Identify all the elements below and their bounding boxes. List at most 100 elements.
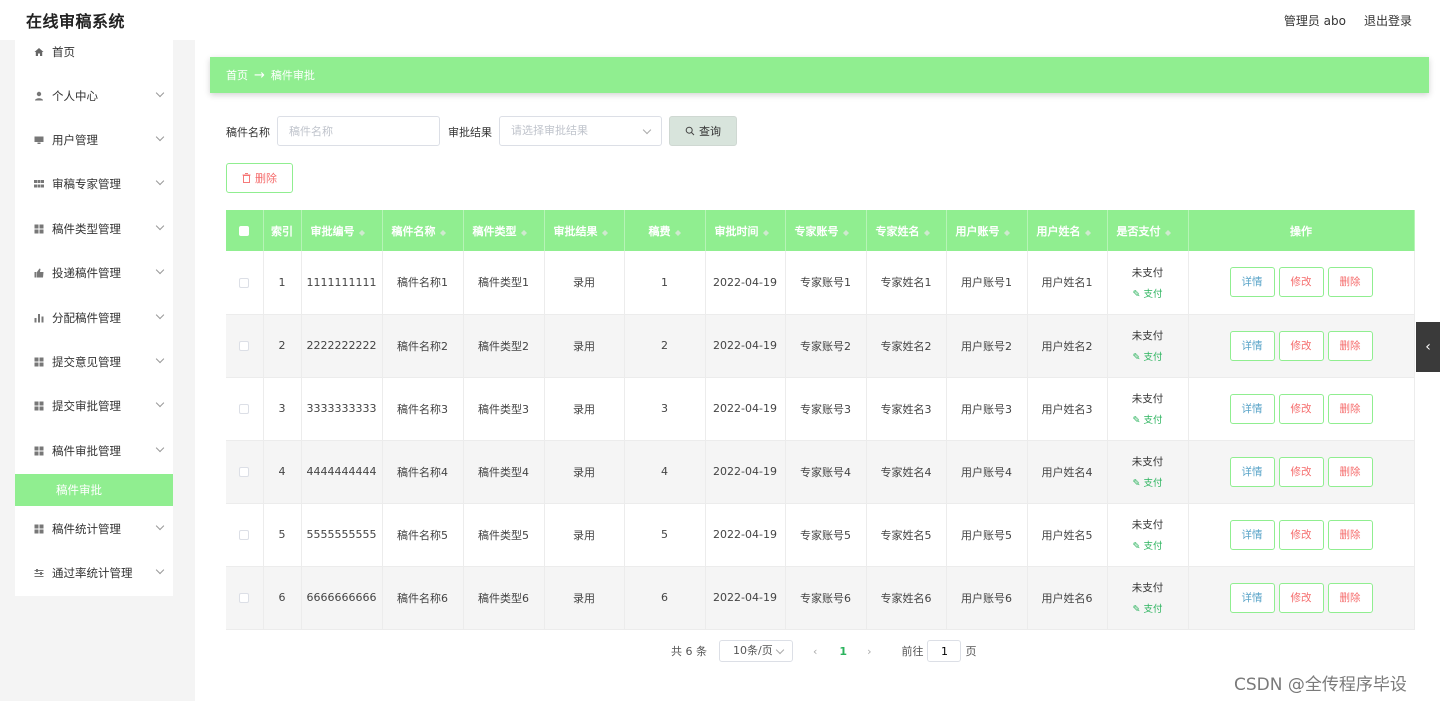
sidebar-subitem-manuscript-approval[interactable]: 稿件审批	[15, 474, 173, 506]
breadcrumb: 首页 → 稿件审批	[210, 57, 1429, 93]
sort-icon[interactable]	[520, 227, 527, 237]
cell-user-account: 用户账号6	[946, 566, 1028, 630]
edit-button[interactable]: 修改	[1278, 456, 1324, 487]
edit-button[interactable]: 修改	[1278, 519, 1324, 550]
sidebar-item-manuscript-stats[interactable]: 稿件统计管理	[15, 514, 173, 544]
page-number-current[interactable]: 1	[839, 645, 847, 658]
prev-page-button[interactable]: ‹	[813, 645, 817, 658]
detail-button[interactable]: 详情	[1229, 393, 1275, 424]
pay-link[interactable]: ✎ 支付	[1133, 538, 1163, 552]
select-all-checkbox[interactable]	[239, 226, 250, 236]
chevron-down-icon	[155, 565, 165, 575]
detail-button[interactable]: 详情	[1229, 267, 1275, 298]
col-header-expert-name[interactable]: 专家姓名	[866, 210, 947, 251]
sidebar-item-manuscript-approval[interactable]: 稿件审批管理	[15, 436, 173, 466]
pay-link[interactable]: ✎ 支付	[1133, 601, 1163, 615]
sidebar-item-opinions[interactable]: 提交意见管理	[15, 347, 173, 377]
sidebar-item-manuscript-types[interactable]: 稿件类型管理	[15, 214, 173, 244]
delete-button[interactable]: 删除	[1327, 519, 1373, 550]
col-header-name[interactable]: 稿件名称	[382, 210, 464, 251]
col-header-user-account[interactable]: 用户账号	[946, 210, 1028, 251]
col-header-type[interactable]: 稿件类型	[463, 210, 545, 251]
batch-delete-button[interactable]: 删除	[226, 163, 293, 193]
breadcrumb-home[interactable]: 首页	[226, 67, 248, 83]
edit-button[interactable]: 修改	[1278, 582, 1324, 613]
sort-icon[interactable]	[439, 227, 446, 237]
cell-type: 稿件类型6	[463, 566, 545, 630]
sidebar-item-label: 稿件类型管理	[52, 222, 121, 236]
sort-icon[interactable]	[674, 227, 681, 237]
sort-icon[interactable]	[601, 227, 608, 237]
sort-icon[interactable]	[1164, 227, 1171, 237]
delete-button[interactable]: 删除	[1327, 456, 1373, 487]
search-name-input[interactable]	[277, 116, 440, 146]
table-header-row: 索引 审批编号 稿件名称 稿件类型 审批结果 稿费 审批时间 专家账号 专家姓名…	[226, 210, 1415, 251]
result-select[interactable]: 请选择审批结果	[499, 116, 662, 146]
batch-delete-label: 删除	[255, 172, 277, 185]
current-user[interactable]: 管理员 abo	[1284, 12, 1346, 29]
next-page-button[interactable]: ›	[867, 645, 871, 658]
cell-user-name: 用户姓名2	[1027, 314, 1108, 378]
delete-button[interactable]: 删除	[1327, 393, 1373, 424]
pay-link[interactable]: ✎ 支付	[1133, 412, 1163, 426]
cell-time: 2022-04-19	[705, 440, 786, 504]
col-header-code[interactable]: 审批编号	[301, 210, 383, 251]
row-select-cell	[226, 251, 264, 315]
row-checkbox[interactable]	[239, 341, 250, 351]
search-result-label: 审批结果	[448, 126, 492, 139]
edit-button[interactable]: 修改	[1278, 393, 1324, 424]
cell-paid: 未支付 ✎ 支付	[1107, 440, 1189, 504]
sort-icon[interactable]	[923, 227, 930, 237]
goto-page-input[interactable]	[927, 640, 962, 662]
pay-icon: ✎	[1132, 352, 1144, 363]
detail-button[interactable]: 详情	[1229, 519, 1275, 550]
sidebar-item-approval-submit[interactable]: 提交审批管理	[15, 391, 173, 421]
sidebar-item-experts[interactable]: 审稿专家管理	[15, 169, 173, 199]
delete-button[interactable]: 删除	[1327, 582, 1373, 613]
edit-button[interactable]: 修改	[1278, 267, 1324, 298]
row-checkbox[interactable]	[239, 277, 250, 288]
side-panel-toggle[interactable]: ‹	[1416, 322, 1440, 372]
row-checkbox[interactable]	[239, 467, 250, 477]
sidebar-item-profile[interactable]: 个人中心	[15, 81, 173, 111]
delete-button[interactable]: 删除	[1327, 330, 1373, 361]
top-bar: 在线审稿系统 管理员 abo 退出登录	[0, 0, 1440, 40]
sort-icon[interactable]	[842, 227, 849, 237]
table-body: 1 1111111111 稿件名称1 稿件类型1 录用 1 2022-04-19…	[226, 251, 1415, 630]
sort-icon[interactable]	[762, 227, 769, 237]
grid-icon	[34, 401, 44, 411]
logout-link[interactable]: 退出登录	[1364, 12, 1412, 29]
pay-link[interactable]: ✎ 支付	[1133, 475, 1163, 489]
cell-index: 6	[263, 566, 302, 630]
sort-icon[interactable]	[1003, 227, 1010, 237]
sidebar-item-users[interactable]: 用户管理	[15, 125, 173, 155]
col-header-paid[interactable]: 是否支付	[1107, 210, 1189, 251]
sidebar-item-pass-rate-stats[interactable]: 通过率统计管理	[15, 558, 173, 588]
sidebar-item-assignments[interactable]: 分配稿件管理	[15, 303, 173, 333]
edit-button[interactable]: 修改	[1278, 330, 1324, 361]
row-checkbox[interactable]	[239, 530, 250, 540]
cell-time: 2022-04-19	[705, 503, 786, 567]
detail-button[interactable]: 详情	[1229, 330, 1275, 361]
sidebar-item-submissions[interactable]: 投递稿件管理	[15, 258, 173, 288]
sidebar-item-home[interactable]: 首页	[15, 37, 173, 67]
col-header-label: 稿费	[648, 224, 671, 238]
query-button[interactable]: 查询	[669, 116, 737, 146]
pay-link[interactable]: ✎ 支付	[1133, 349, 1163, 363]
col-header-time[interactable]: 审批时间	[705, 210, 786, 251]
sort-icon[interactable]	[1084, 227, 1091, 237]
col-header-expert-account[interactable]: 专家账号	[785, 210, 867, 251]
col-header-user-name[interactable]: 用户姓名	[1027, 210, 1108, 251]
col-header-fee[interactable]: 稿费	[624, 210, 706, 251]
delete-button[interactable]: 删除	[1327, 267, 1373, 298]
pay-status: 未支付	[1131, 330, 1164, 342]
row-checkbox[interactable]	[239, 404, 250, 414]
detail-button[interactable]: 详情	[1229, 582, 1275, 613]
page-size-select[interactable]: 10条/页	[719, 640, 793, 662]
col-header-result[interactable]: 审批结果	[544, 210, 625, 251]
cell-expert-account: 专家账号1	[785, 251, 867, 315]
pay-link[interactable]: ✎ 支付	[1133, 286, 1163, 300]
sort-icon[interactable]	[358, 227, 365, 237]
row-checkbox[interactable]	[239, 593, 250, 603]
detail-button[interactable]: 详情	[1229, 456, 1275, 487]
